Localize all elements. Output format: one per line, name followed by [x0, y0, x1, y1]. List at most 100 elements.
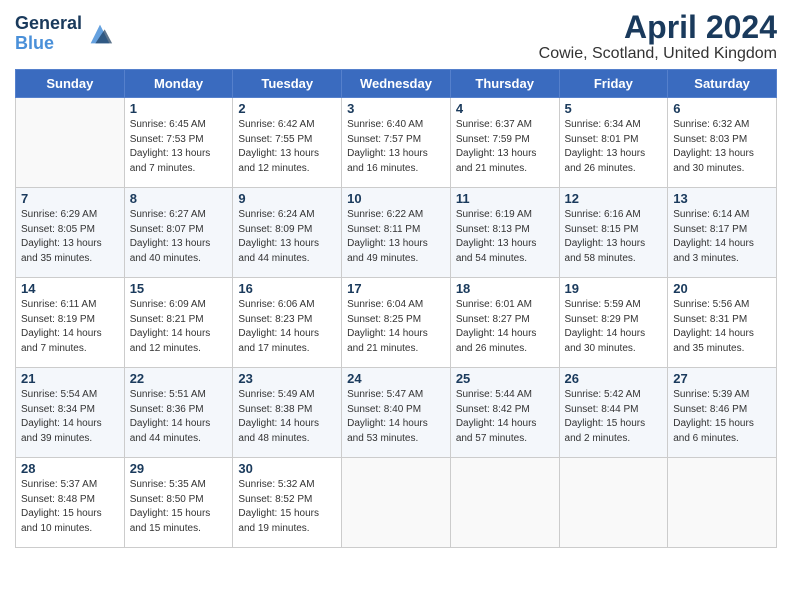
day-cell: [16, 98, 125, 188]
day-info: Sunrise: 6:22 AMSunset: 8:11 PMDaylight:…: [347, 209, 428, 264]
day-info: Sunrise: 6:01 AMSunset: 8:27 PMDaylight:…: [456, 299, 537, 354]
day-info: Sunrise: 6:24 AMSunset: 8:09 PMDaylight:…: [238, 209, 319, 264]
week-row-5: 28 Sunrise: 5:37 AMSunset: 8:48 PMDayligh…: [16, 458, 777, 548]
day-number: 4: [456, 101, 554, 116]
day-info: Sunrise: 5:37 AMSunset: 8:48 PMDaylight:…: [21, 479, 102, 534]
day-number: 24: [347, 371, 445, 386]
day-number: 25: [456, 371, 554, 386]
day-header-friday: Friday: [559, 70, 668, 98]
day-info: Sunrise: 5:42 AMSunset: 8:44 PMDaylight:…: [565, 389, 646, 444]
day-cell: 22Sunrise: 5:51 AMSunset: 8:36 PMDayligh…: [124, 368, 233, 458]
day-number: 2: [238, 101, 336, 116]
day-info: Sunrise: 5:44 AMSunset: 8:42 PMDaylight:…: [456, 389, 537, 444]
day-number: 30: [238, 461, 336, 476]
day-header-monday: Monday: [124, 70, 233, 98]
day-header-thursday: Thursday: [450, 70, 559, 98]
day-number: 14: [21, 281, 119, 296]
day-cell: 27 Sunrise: 5:39 AMSunset: 8:46 PMDayligh…: [668, 368, 777, 458]
day-cell: 10 Sunrise: 6:22 AMSunset: 8:11 PMDayligh…: [342, 188, 451, 278]
day-cell: 24 Sunrise: 5:47 AMSunset: 8:40 PMDayligh…: [342, 368, 451, 458]
day-info: Sunrise: 6:42 AMSunset: 7:55 PMDaylight:…: [238, 119, 319, 174]
day-info: Sunrise: 6:34 AMSunset: 8:01 PMDaylight:…: [565, 119, 646, 174]
day-header-sunday: Sunday: [16, 70, 125, 98]
day-cell: 30 Sunrise: 5:32 AMSunset: 8:52 PMDayligh…: [233, 458, 342, 548]
day-cell: [559, 458, 668, 548]
day-cell: 29Sunrise: 5:35 AMSunset: 8:50 PMDayligh…: [124, 458, 233, 548]
day-cell: 21 Sunrise: 5:54 AMSunset: 8:34 PMDayligh…: [16, 368, 125, 458]
day-info: Sunrise: 6:16 AMSunset: 8:15 PMDaylight:…: [565, 209, 646, 264]
day-number: 10: [347, 191, 445, 206]
day-cell: [668, 458, 777, 548]
day-cell: 6 Sunrise: 6:32 AMSunset: 8:03 PMDaylight…: [668, 98, 777, 188]
day-info: Sunrise: 5:47 AMSunset: 8:40 PMDaylight:…: [347, 389, 428, 444]
day-info: Sunrise: 6:32 AMSunset: 8:03 PMDaylight:…: [673, 119, 754, 174]
day-cell: [450, 458, 559, 548]
logo-icon: [86, 20, 114, 48]
day-cell: 8Sunrise: 6:27 AMSunset: 8:07 PMDaylight…: [124, 188, 233, 278]
title-block: April 2024 Cowie, Scotland, United Kingd…: [539, 10, 777, 63]
day-cell: 17Sunrise: 6:04 AMSunset: 8:25 PMDayligh…: [342, 278, 451, 368]
day-number: 12: [565, 191, 663, 206]
day-info: Sunrise: 5:54 AMSunset: 8:34 PMDaylight:…: [21, 389, 102, 444]
day-info: Sunrise: 6:14 AMSunset: 8:17 PMDaylight:…: [673, 209, 754, 264]
day-info: Sunrise: 6:45 AMSunset: 7:53 PMDaylight:…: [130, 119, 211, 174]
day-number: 8: [130, 191, 228, 206]
week-row-4: 21 Sunrise: 5:54 AMSunset: 8:34 PMDayligh…: [16, 368, 777, 458]
day-cell: [342, 458, 451, 548]
day-number: 3: [347, 101, 445, 116]
day-number: 23: [238, 371, 336, 386]
day-info: Sunrise: 5:49 AMSunset: 8:38 PMDaylight:…: [238, 389, 319, 444]
day-header-wednesday: Wednesday: [342, 70, 451, 98]
day-number: 29: [130, 461, 228, 476]
day-number: 6: [673, 101, 771, 116]
day-cell: 5 Sunrise: 6:34 AMSunset: 8:01 PMDaylight…: [559, 98, 668, 188]
day-number: 28: [21, 461, 119, 476]
day-cell: 26Sunrise: 5:42 AMSunset: 8:44 PMDayligh…: [559, 368, 668, 458]
calendar-table: SundayMondayTuesdayWednesdayThursdayFrid…: [15, 69, 777, 548]
day-number: 13: [673, 191, 771, 206]
day-info: Sunrise: 6:11 AMSunset: 8:19 PMDaylight:…: [21, 299, 102, 354]
header: GeneralBlue April 2024 Cowie, Scotland, …: [15, 10, 777, 63]
day-number: 7: [21, 191, 119, 206]
day-number: 20: [673, 281, 771, 296]
day-header-tuesday: Tuesday: [233, 70, 342, 98]
day-cell: 3Sunrise: 6:40 AMSunset: 7:57 PMDaylight…: [342, 98, 451, 188]
day-cell: 7 Sunrise: 6:29 AMSunset: 8:05 PMDaylight…: [16, 188, 125, 278]
day-number: 11: [456, 191, 554, 206]
logo-text: GeneralBlue: [15, 14, 82, 54]
day-cell: 11 Sunrise: 6:19 AMSunset: 8:13 PMDayligh…: [450, 188, 559, 278]
day-info: Sunrise: 5:59 AMSunset: 8:29 PMDaylight:…: [565, 299, 646, 354]
day-info: Sunrise: 5:32 AMSunset: 8:52 PMDaylight:…: [238, 479, 319, 534]
day-cell: 23 Sunrise: 5:49 AMSunset: 8:38 PMDayligh…: [233, 368, 342, 458]
day-number: 1: [130, 101, 228, 116]
day-cell: 19Sunrise: 5:59 AMSunset: 8:29 PMDayligh…: [559, 278, 668, 368]
day-info: Sunrise: 6:09 AMSunset: 8:21 PMDaylight:…: [130, 299, 211, 354]
day-number: 5: [565, 101, 663, 116]
day-cell: 14 Sunrise: 6:11 AMSunset: 8:19 PMDayligh…: [16, 278, 125, 368]
day-number: 21: [21, 371, 119, 386]
day-info: Sunrise: 6:37 AMSunset: 7:59 PMDaylight:…: [456, 119, 537, 174]
day-cell: 4 Sunrise: 6:37 AMSunset: 7:59 PMDaylight…: [450, 98, 559, 188]
week-row-1: 1 Sunrise: 6:45 AMSunset: 7:53 PMDaylight…: [16, 98, 777, 188]
day-info: Sunrise: 5:39 AMSunset: 8:46 PMDaylight:…: [673, 389, 754, 444]
main-title: April 2024: [539, 10, 777, 45]
day-info: Sunrise: 6:06 AMSunset: 8:23 PMDaylight:…: [238, 299, 319, 354]
day-number: 18: [456, 281, 554, 296]
day-cell: 20 Sunrise: 5:56 AMSunset: 8:31 PMDayligh…: [668, 278, 777, 368]
day-cell: 13 Sunrise: 6:14 AMSunset: 8:17 PMDayligh…: [668, 188, 777, 278]
day-number: 17: [347, 281, 445, 296]
day-cell: 9 Sunrise: 6:24 AMSunset: 8:09 PMDaylight…: [233, 188, 342, 278]
day-info: Sunrise: 6:19 AMSunset: 8:13 PMDaylight:…: [456, 209, 537, 264]
day-info: Sunrise: 5:56 AMSunset: 8:31 PMDaylight:…: [673, 299, 754, 354]
day-info: Sunrise: 6:29 AMSunset: 8:05 PMDaylight:…: [21, 209, 102, 264]
day-cell: 28 Sunrise: 5:37 AMSunset: 8:48 PMDayligh…: [16, 458, 125, 548]
week-row-2: 7 Sunrise: 6:29 AMSunset: 8:05 PMDaylight…: [16, 188, 777, 278]
day-number: 15: [130, 281, 228, 296]
day-number: 27: [673, 371, 771, 386]
day-cell: 18 Sunrise: 6:01 AMSunset: 8:27 PMDayligh…: [450, 278, 559, 368]
day-cell: 16Sunrise: 6:06 AMSunset: 8:23 PMDayligh…: [233, 278, 342, 368]
subtitle: Cowie, Scotland, United Kingdom: [539, 45, 777, 63]
day-number: 9: [238, 191, 336, 206]
day-header-saturday: Saturday: [668, 70, 777, 98]
day-cell: 25 Sunrise: 5:44 AMSunset: 8:42 PMDayligh…: [450, 368, 559, 458]
